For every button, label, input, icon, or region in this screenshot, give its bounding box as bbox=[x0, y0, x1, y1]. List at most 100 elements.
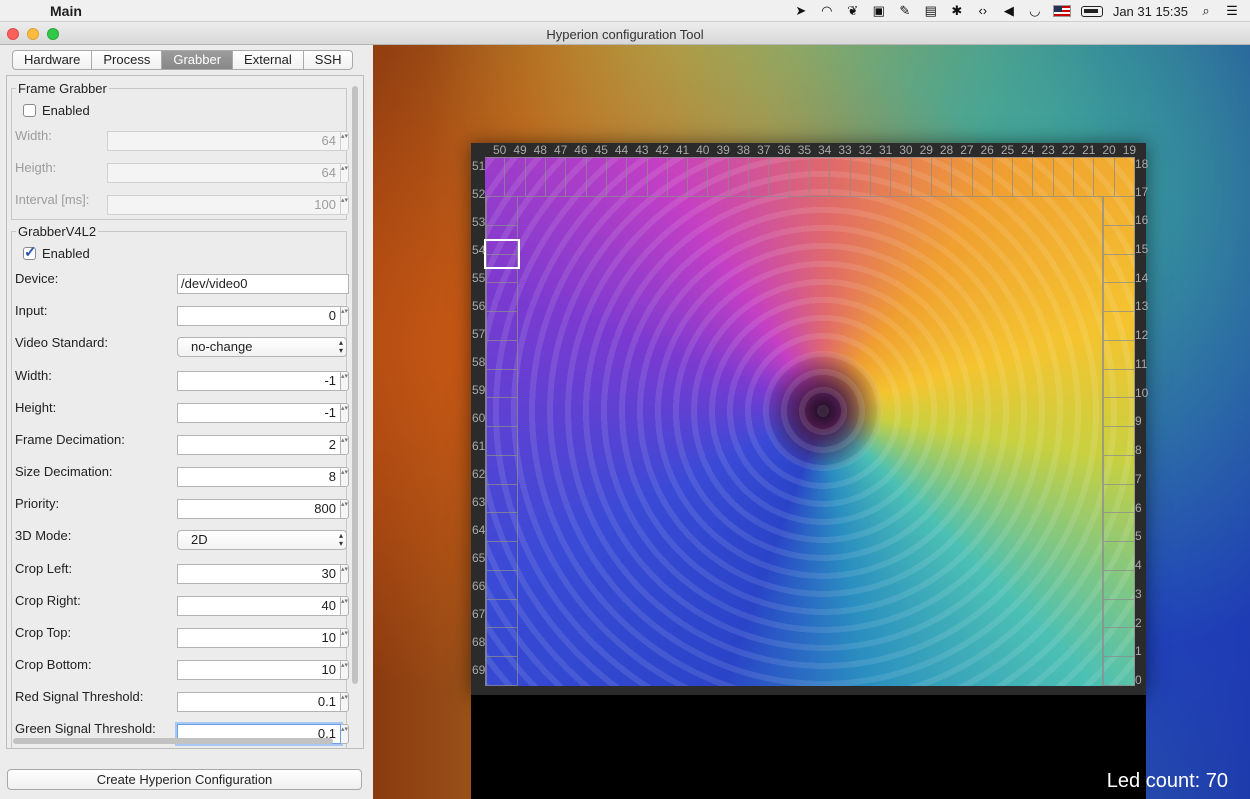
keyboard-icon[interactable]: ▤ bbox=[923, 4, 939, 18]
input-field[interactable]: 0 bbox=[177, 306, 341, 326]
width-input[interactable]: -1 bbox=[177, 371, 341, 391]
led-cell[interactable] bbox=[1103, 369, 1135, 399]
clock[interactable]: Jan 31 15:35 bbox=[1113, 4, 1188, 19]
frame-interval-input[interactable]: 100 bbox=[107, 195, 341, 215]
led-cell[interactable] bbox=[525, 157, 546, 197]
v4l2-enabled-checkbox[interactable] bbox=[23, 243, 37, 261]
led-cell[interactable] bbox=[1033, 157, 1054, 197]
led-cell[interactable] bbox=[1103, 484, 1135, 514]
frame-width-input[interactable]: 64 bbox=[107, 131, 341, 151]
frame-height-stepper[interactable]: ▴▾ bbox=[341, 163, 349, 183]
led-cell[interactable] bbox=[830, 157, 851, 197]
crop-right-stepper[interactable]: ▴▾ bbox=[341, 596, 349, 616]
led-cell[interactable] bbox=[952, 157, 973, 197]
led-cell[interactable] bbox=[931, 157, 953, 197]
led-cell[interactable] bbox=[1103, 599, 1135, 629]
led-cell[interactable] bbox=[1103, 254, 1135, 284]
tab-hardware[interactable]: Hardware bbox=[12, 50, 92, 70]
led-cell[interactable] bbox=[486, 570, 518, 600]
app-menu[interactable]: Main bbox=[50, 3, 82, 19]
led-cell[interactable] bbox=[1103, 628, 1135, 658]
menu-list-icon[interactable]: ☰ bbox=[1224, 4, 1240, 18]
led-cell[interactable] bbox=[1114, 157, 1135, 197]
led-cell[interactable] bbox=[1094, 157, 1115, 197]
led-cell[interactable] bbox=[486, 312, 518, 341]
led-cell[interactable] bbox=[1074, 157, 1095, 197]
led-cell[interactable] bbox=[486, 628, 518, 658]
led-cell[interactable] bbox=[1103, 225, 1135, 255]
led-cell[interactable] bbox=[486, 484, 518, 514]
code-icon[interactable]: ‹› bbox=[975, 4, 991, 18]
selected-led-highlight[interactable] bbox=[484, 239, 520, 269]
led-cell[interactable] bbox=[486, 340, 518, 370]
create-configuration-button[interactable]: Create Hyperion Configuration bbox=[7, 769, 362, 790]
led-cell[interactable] bbox=[911, 157, 932, 197]
video-standard-select[interactable]: no-change ▴ ▾ bbox=[177, 337, 347, 357]
bluetooth-icon[interactable]: ✱ bbox=[949, 4, 965, 18]
led-cell[interactable] bbox=[1103, 542, 1135, 571]
frame-decimation-stepper[interactable]: ▴▾ bbox=[341, 435, 349, 455]
tab-process[interactable]: Process bbox=[91, 50, 162, 70]
crop-left-input[interactable]: 30 bbox=[177, 564, 341, 584]
led-cell[interactable] bbox=[566, 157, 587, 197]
led-cell[interactable] bbox=[1103, 340, 1135, 370]
wifi-lock-icon[interactable]: ◠ bbox=[819, 4, 835, 18]
led-cell[interactable] bbox=[667, 157, 689, 197]
led-cell[interactable] bbox=[972, 157, 993, 197]
red-threshold-input[interactable]: 0.1 bbox=[177, 692, 341, 712]
led-cell[interactable] bbox=[1103, 570, 1135, 600]
size-decimation-input[interactable]: 8 bbox=[177, 467, 341, 487]
height-input[interactable]: -1 bbox=[177, 403, 341, 423]
crop-top-input[interactable]: 10 bbox=[177, 628, 341, 648]
led-cell[interactable] bbox=[486, 427, 518, 456]
led-cell[interactable] bbox=[606, 157, 628, 197]
led-cell[interactable] bbox=[486, 599, 518, 629]
led-cell[interactable] bbox=[1103, 427, 1135, 456]
flag-icon[interactable] bbox=[1052, 5, 1071, 17]
led-cell[interactable] bbox=[850, 157, 871, 197]
apple-icon[interactable] bbox=[16, 4, 30, 18]
crop-bottom-stepper[interactable]: ▴▾ bbox=[341, 660, 349, 680]
evernote-icon[interactable]: ❦ bbox=[845, 4, 861, 18]
led-cell[interactable] bbox=[627, 157, 648, 197]
led-preview[interactable]: 50 49 48 47 46 45 44 43 42 41 40 39 38 37 36 35 34 33 32 31… bbox=[373, 45, 1250, 799]
tab-external[interactable]: External bbox=[232, 50, 303, 70]
led-cell[interactable] bbox=[647, 157, 668, 197]
led-cell[interactable] bbox=[486, 283, 518, 313]
crop-left-stepper[interactable]: ▴▾ bbox=[341, 564, 349, 584]
frame-decimation-input[interactable]: 2 bbox=[177, 435, 341, 455]
led-cell[interactable] bbox=[486, 657, 518, 687]
frame-grabber-enabled-checkbox[interactable] bbox=[23, 104, 36, 117]
crop-right-input[interactable]: 40 bbox=[177, 596, 341, 616]
vertical-scroll-thumb[interactable] bbox=[352, 86, 358, 684]
led-cell[interactable] bbox=[891, 157, 912, 197]
led-cell[interactable] bbox=[1103, 312, 1135, 341]
green-threshold-stepper[interactable]: ▴▾ bbox=[341, 724, 349, 744]
input-stepper[interactable]: ▴▾ bbox=[341, 306, 349, 326]
led-cell[interactable] bbox=[1013, 157, 1034, 197]
crop-top-stepper[interactable]: ▴▾ bbox=[341, 628, 349, 648]
led-cell[interactable] bbox=[688, 157, 709, 197]
led-cell[interactable] bbox=[769, 157, 790, 197]
led-cell[interactable] bbox=[505, 157, 526, 197]
led-cell[interactable] bbox=[1053, 157, 1075, 197]
size-decimation-stepper[interactable]: ▴▾ bbox=[341, 467, 349, 487]
led-cell[interactable] bbox=[586, 157, 607, 197]
frame-height-input[interactable]: 64 bbox=[107, 163, 341, 183]
led-cell[interactable] bbox=[1103, 657, 1135, 687]
led-cell[interactable] bbox=[870, 157, 892, 197]
led-cell[interactable] bbox=[486, 513, 518, 543]
send-icon[interactable]: ➤ bbox=[793, 4, 809, 18]
red-threshold-stepper[interactable]: ▴▾ bbox=[341, 692, 349, 712]
priority-stepper[interactable]: ▴▾ bbox=[341, 499, 349, 519]
led-cell[interactable] bbox=[486, 455, 518, 485]
device-input[interactable]: /dev/video0 bbox=[177, 274, 349, 294]
width-stepper[interactable]: ▴▾ bbox=[341, 371, 349, 391]
led-cell[interactable] bbox=[486, 542, 518, 571]
led-cell[interactable] bbox=[789, 157, 810, 197]
led-cell[interactable] bbox=[1103, 513, 1135, 543]
led-cell[interactable] bbox=[545, 157, 567, 197]
volume-icon[interactable]: ◀ bbox=[1001, 4, 1017, 18]
tools-icon[interactable]: ✎ bbox=[897, 4, 913, 18]
led-cell[interactable] bbox=[1103, 197, 1135, 226]
